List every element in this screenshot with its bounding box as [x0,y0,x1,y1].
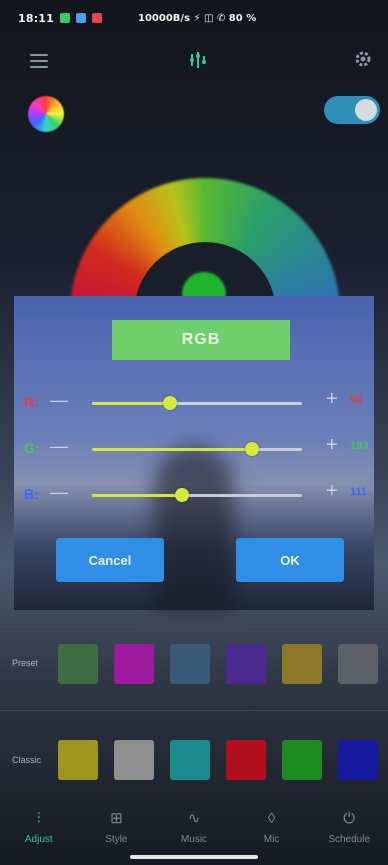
notification-icon [60,13,71,23]
blue-channel-row: B: — +111 [14,480,374,510]
nav-label: Mic [263,834,280,845]
red-channel-row: R: — +94 [14,388,374,418]
preset-color-swatch[interactable] [170,644,210,684]
top-bar [0,46,388,78]
nav-label: Adjust [24,834,53,845]
status-time: 18:11 [18,11,55,25]
red-slider-thumb[interactable] [162,396,177,410]
blue-slider-fill [92,494,183,497]
nav-item-schedule[interactable]: ⏻ Schedule [310,800,388,860]
equalizer-icon [188,50,208,72]
menu-icon[interactable] [30,54,48,68]
green-slider-fill [92,448,252,451]
classic-color-swatch[interactable] [282,740,322,780]
blue-increment-button[interactable]: + [326,480,338,503]
red-slider-fill [92,402,170,405]
style-icon: ⊞ [110,810,123,827]
divider [0,710,388,711]
preset-color-swatch[interactable] [58,644,98,684]
cancel-button[interactable]: Cancel [56,538,164,582]
gear-icon[interactable] [354,50,374,70]
green-channel-label: G: [24,440,40,456]
green-channel-value: 193 [350,440,369,452]
green-decrement-button[interactable]: — [50,436,68,457]
background-figure [154,446,234,610]
nav-label: Schedule [328,834,371,845]
green-slider-thumb[interactable] [244,442,259,456]
app-screen: 18:11 10000B/s ⚡ ◫ ✆ 80 % RGB R: — +94 G: — +… [0,0,388,865]
notification-icon [92,13,103,23]
divider [0,624,388,625]
dialog-title: RGB [112,320,290,360]
blue-channel-label: B: [24,486,39,502]
nav-label: Music [180,834,208,845]
toggle-knob [355,99,377,121]
status-indicators: 10000B/s ⚡ ◫ ✆ 80 % [138,12,257,24]
ok-button[interactable]: OK [236,538,344,582]
green-slider[interactable] [92,442,302,456]
adjust-icon: ⫶ [36,809,41,827]
color-wheel-icon[interactable] [28,96,64,132]
nav-item-music[interactable]: ∿ Music [155,800,233,860]
schedule-icon: ⏻ [343,809,356,827]
power-toggle[interactable] [324,96,380,124]
classic-color-swatch[interactable] [226,740,266,780]
green-channel-row: G: — +193 [14,434,374,464]
blue-channel-value: 111 [350,486,368,498]
preset-color-swatch[interactable] [114,644,154,684]
red-increment-button[interactable]: + [326,388,338,411]
red-channel-value: 94 [350,394,363,406]
music-icon: ∿ [187,810,201,827]
blue-slider[interactable] [92,488,302,502]
bottom-nav: ⫶ Adjust ⊞ Style ∿ Music ◊ Mic ⏻ Schedule [0,800,388,860]
classic-color-swatch[interactable] [58,740,98,780]
blue-slider-thumb[interactable] [175,488,190,502]
classic-color-swatch[interactable] [170,740,210,780]
red-channel-label: R: [24,394,39,410]
blue-decrement-button[interactable]: — [50,482,68,503]
classic-color-swatch[interactable] [338,740,378,780]
status-bar: 18:11 10000B/s ⚡ ◫ ✆ 80 % [0,0,388,36]
nav-item-mic[interactable]: ◊ Mic [233,800,311,860]
preset-label: Preset [12,658,39,668]
preset-color-swatch[interactable] [226,644,266,684]
nav-item-style[interactable]: ⊞ Style [78,800,156,860]
red-decrement-button[interactable]: — [50,390,68,411]
red-slider[interactable] [92,396,302,410]
classic-label: Classic [12,755,42,765]
preset-color-swatch[interactable] [338,644,378,684]
nav-label: Style [105,834,128,845]
rgb-dialog: RGB R: — +94 G: — +193 B: — +111 Cancel OK [14,296,374,610]
classic-color-swatch[interactable] [114,740,154,780]
nav-item-adjust[interactable]: ⫶ Adjust [0,800,78,860]
green-increment-button[interactable]: + [326,434,338,457]
preset-color-swatch[interactable] [282,644,322,684]
mic-icon: ◊ [267,809,276,827]
notification-icon [76,13,87,23]
home-indicator [130,855,258,859]
